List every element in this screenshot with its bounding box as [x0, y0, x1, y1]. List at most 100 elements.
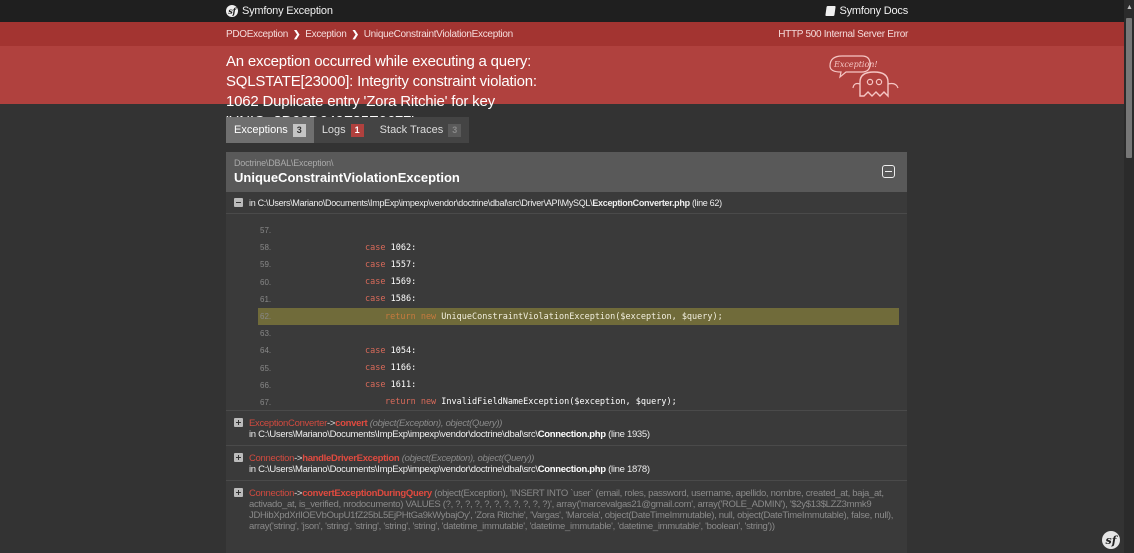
code-text: 1062: — [390, 242, 417, 253]
symfony-logo-icon: sf — [226, 5, 238, 17]
scrollbar[interactable]: ▲ — [1124, 0, 1134, 553]
code-keyword: case — [365, 345, 391, 356]
code-text: UniqueConstraintViolationException($exce… — [441, 311, 723, 322]
code-keyword: case — [365, 242, 391, 253]
trace-entry[interactable]: Connection->convertExceptionDuringQuery … — [226, 480, 907, 537]
trace-call: Connection->convertExceptionDuringQuery … — [249, 488, 899, 532]
scrollbar-thumb[interactable] — [1126, 18, 1132, 158]
code-excerpt: 57. 58. case 1062: 59. case 1557: 60. case … — [226, 214, 907, 410]
code-text: 1166: — [390, 363, 417, 374]
code-text: InvalidFieldNameException($exception, $q… — [441, 397, 677, 408]
trace-class: Connection — [249, 488, 295, 499]
code-text: 1054: — [390, 345, 417, 356]
line-number: 58. — [260, 243, 272, 253]
exceptions-count-badge: 3 — [292, 123, 306, 137]
code-text: 1611: — [390, 380, 417, 391]
trace-file-header[interactable]: in C:\Users\Mariano\Documents\ImpExp\imp… — [226, 192, 907, 214]
line-number: 64. — [260, 346, 272, 356]
code-line: 57. — [258, 222, 899, 239]
collapse-icon[interactable] — [234, 198, 243, 207]
tab-label: Logs — [321, 124, 346, 136]
line-number: 67. — [260, 397, 272, 407]
line-number: 60. — [260, 277, 272, 287]
brand[interactable]: sf Symfony Exception — [226, 5, 333, 17]
brand-label: Symfony Exception — [242, 5, 333, 17]
code-line: 58. case 1062: — [258, 239, 899, 256]
line-number: 66. — [260, 380, 272, 390]
trace-function: convertExceptionDuringQuery — [302, 488, 432, 499]
highlighted-code-line: 62. return new UniqueConstraintViolationE… — [258, 307, 899, 326]
http-status: HTTP 500 Internal Server Error — [778, 28, 908, 40]
code-line: 61. case 1586: — [258, 291, 899, 308]
trace-location: in C:\Users\Mariano\Documents\ImpExp\imp… — [234, 464, 899, 475]
breadcrumb-item: UniqueConstraintViolationException — [363, 28, 513, 40]
tab-exceptions[interactable]: Exceptions 3 — [226, 117, 314, 143]
trace-entry[interactable]: Connection->handleDriverException (objec… — [226, 445, 907, 480]
stack-traces-count-badge: 3 — [448, 123, 462, 137]
ghost-icon: Exception! — [829, 55, 899, 98]
trace-function: handleDriverException — [302, 453, 400, 464]
collapse-toggle-icon[interactable] — [882, 165, 895, 178]
code-text: 1569: — [390, 277, 417, 288]
trace-arrow: -> — [327, 418, 336, 429]
line-number: 57. — [260, 226, 272, 236]
location-line: (line 1935) — [608, 429, 650, 440]
exception-header: PDOException ❯ Exception ❯ UniqueConstra… — [0, 22, 1134, 130]
location-prefix: in C:\Users\Mariano\Documents\ImpExp\imp… — [249, 464, 538, 475]
trace-class: Connection — [249, 453, 295, 464]
scroll-up-icon[interactable]: ▲ — [1126, 4, 1133, 12]
trace-class: ExceptionConverter — [249, 418, 328, 429]
logs-count-badge: 1 — [350, 123, 364, 137]
docs-label: Symfony Docs — [839, 5, 908, 17]
line-number: 62. — [260, 312, 272, 322]
ghost-bubble-text: Exception! — [833, 60, 878, 69]
code-line: 66. case 1611: — [258, 377, 899, 394]
code-text: 1557: — [390, 259, 417, 270]
trace-entry[interactable]: ExceptionConverter->convert (object(Exce… — [226, 410, 907, 445]
location-file: Connection.php — [537, 464, 606, 475]
exception-namespace: Doctrine\DBAL\Exception\ — [234, 158, 334, 168]
breadcrumb: PDOException ❯ Exception ❯ UniqueConstra… — [0, 22, 1134, 46]
trace-function: convert — [335, 418, 368, 429]
chevron-right-icon: ❯ — [351, 28, 359, 39]
tab-label: Stack Traces — [379, 124, 444, 136]
docs-link[interactable]: Symfony Docs — [825, 5, 908, 17]
code-text: 1586: — [390, 294, 417, 305]
expand-icon[interactable] — [234, 453, 243, 462]
code-keyword: return new — [385, 397, 442, 408]
location-file: Connection.php — [537, 429, 606, 440]
tab-stack-traces[interactable]: Stack Traces 3 — [371, 117, 470, 143]
breadcrumb-item: Exception — [305, 28, 347, 40]
trace-args: (object(Exception), object(Query)) — [369, 418, 503, 429]
code-keyword: case — [365, 259, 391, 270]
symfony-toolbar-icon[interactable]: sf — [1102, 531, 1120, 549]
code-line: 64. case 1054: — [258, 342, 899, 359]
code-keyword: case — [365, 294, 391, 305]
top-bar: sf Symfony Exception Symfony Docs — [0, 0, 1134, 22]
line-number: 63. — [260, 329, 272, 339]
line-number: 61. — [260, 294, 272, 304]
tab-logs[interactable]: Logs 1 — [313, 117, 372, 143]
book-icon — [825, 6, 837, 16]
tab-bar: Exceptions 3 Logs 1 Stack Traces 3 — [226, 117, 470, 143]
file-line: (line 62) — [691, 197, 722, 208]
exception-header-bar[interactable]: Doctrine\DBAL\Exception\ UniqueConstrain… — [226, 152, 907, 192]
code-line: 65. case 1166: — [258, 360, 899, 377]
code-keyword: case — [365, 380, 391, 391]
location-prefix: in C:\Users\Mariano\Documents\ImpExp\imp… — [249, 429, 538, 440]
trace-call: ExceptionConverter->convert (object(Exce… — [249, 418, 502, 429]
chevron-right-icon: ❯ — [293, 28, 301, 39]
expand-icon[interactable] — [234, 418, 243, 427]
code-keyword: case — [365, 277, 391, 288]
exception-class: UniqueConstraintViolationException — [234, 170, 460, 185]
code-line: 63. — [258, 325, 899, 342]
exception-message-line: An exception occurred while executing a … — [226, 53, 537, 90]
exception-panel: Doctrine\DBAL\Exception\ UniqueConstrain… — [226, 152, 907, 553]
code-keyword: case — [365, 363, 391, 374]
breadcrumb-item: PDOException — [226, 28, 288, 40]
trace-location: in C:\Users\Mariano\Documents\ImpExp\imp… — [234, 429, 899, 440]
file-path-prefix: in C:\Users\Mariano\Documents\ImpExp\imp… — [249, 197, 593, 208]
line-number: 59. — [260, 260, 272, 270]
expand-icon[interactable] — [234, 488, 243, 497]
code-line: 67. return new InvalidFieldNameException(… — [258, 394, 899, 411]
